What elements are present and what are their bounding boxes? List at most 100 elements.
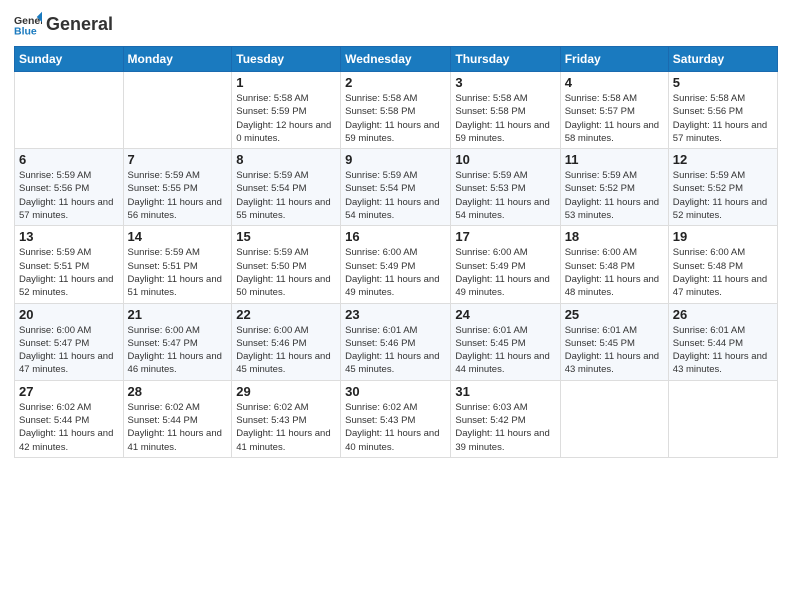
day-number: 25: [565, 307, 664, 322]
calendar-cell: [123, 72, 232, 149]
cell-detail: Sunrise: 5:59 AMSunset: 5:54 PMDaylight:…: [345, 170, 439, 221]
day-number: 2: [345, 75, 446, 90]
calendar-week-row: 20 Sunrise: 6:00 AMSunset: 5:47 PMDaylig…: [15, 303, 778, 380]
day-number: 11: [565, 152, 664, 167]
calendar-week-row: 1 Sunrise: 5:58 AMSunset: 5:59 PMDayligh…: [15, 72, 778, 149]
calendar-cell: 4 Sunrise: 5:58 AMSunset: 5:57 PMDayligh…: [560, 72, 668, 149]
day-number: 29: [236, 384, 336, 399]
day-number: 3: [455, 75, 555, 90]
cell-detail: Sunrise: 6:00 AMSunset: 5:49 PMDaylight:…: [345, 247, 439, 298]
cell-detail: Sunrise: 5:58 AMSunset: 5:58 PMDaylight:…: [345, 93, 439, 144]
day-number: 31: [455, 384, 555, 399]
cell-detail: Sunrise: 6:02 AMSunset: 5:44 PMDaylight:…: [128, 402, 222, 453]
page: General Blue General SundayMondayTuesday…: [0, 0, 792, 612]
day-number: 16: [345, 229, 446, 244]
cell-detail: Sunrise: 6:02 AMSunset: 5:44 PMDaylight:…: [19, 402, 113, 453]
cell-detail: Sunrise: 5:59 AMSunset: 5:51 PMDaylight:…: [128, 247, 222, 298]
day-number: 6: [19, 152, 119, 167]
calendar-cell: 23 Sunrise: 6:01 AMSunset: 5:46 PMDaylig…: [341, 303, 451, 380]
col-header-saturday: Saturday: [668, 47, 777, 72]
cell-detail: Sunrise: 6:00 AMSunset: 5:49 PMDaylight:…: [455, 247, 549, 298]
calendar-table: SundayMondayTuesdayWednesdayThursdayFrid…: [14, 46, 778, 458]
calendar-cell: 13 Sunrise: 5:59 AMSunset: 5:51 PMDaylig…: [15, 226, 124, 303]
calendar-cell: 7 Sunrise: 5:59 AMSunset: 5:55 PMDayligh…: [123, 149, 232, 226]
calendar-header-row: SundayMondayTuesdayWednesdayThursdayFrid…: [15, 47, 778, 72]
cell-detail: Sunrise: 5:59 AMSunset: 5:56 PMDaylight:…: [19, 170, 113, 221]
calendar-cell: 5 Sunrise: 5:58 AMSunset: 5:56 PMDayligh…: [668, 72, 777, 149]
day-number: 5: [673, 75, 773, 90]
day-number: 10: [455, 152, 555, 167]
day-number: 4: [565, 75, 664, 90]
calendar-cell: 26 Sunrise: 6:01 AMSunset: 5:44 PMDaylig…: [668, 303, 777, 380]
cell-detail: Sunrise: 5:58 AMSunset: 5:59 PMDaylight:…: [236, 93, 331, 144]
calendar-cell: 16 Sunrise: 6:00 AMSunset: 5:49 PMDaylig…: [341, 226, 451, 303]
calendar-cell: 20 Sunrise: 6:00 AMSunset: 5:47 PMDaylig…: [15, 303, 124, 380]
cell-detail: Sunrise: 6:02 AMSunset: 5:43 PMDaylight:…: [236, 402, 330, 453]
calendar-cell: 2 Sunrise: 5:58 AMSunset: 5:58 PMDayligh…: [341, 72, 451, 149]
day-number: 13: [19, 229, 119, 244]
day-number: 15: [236, 229, 336, 244]
cell-detail: Sunrise: 6:02 AMSunset: 5:43 PMDaylight:…: [345, 402, 439, 453]
logo-icon: General Blue: [14, 10, 42, 38]
calendar-cell: 22 Sunrise: 6:00 AMSunset: 5:46 PMDaylig…: [232, 303, 341, 380]
cell-detail: Sunrise: 5:58 AMSunset: 5:57 PMDaylight:…: [565, 93, 659, 144]
cell-detail: Sunrise: 5:58 AMSunset: 5:58 PMDaylight:…: [455, 93, 549, 144]
cell-detail: Sunrise: 5:59 AMSunset: 5:53 PMDaylight:…: [455, 170, 549, 221]
calendar-cell: 6 Sunrise: 5:59 AMSunset: 5:56 PMDayligh…: [15, 149, 124, 226]
cell-detail: Sunrise: 6:01 AMSunset: 5:45 PMDaylight:…: [455, 325, 549, 376]
header: General Blue General: [14, 10, 778, 38]
col-header-tuesday: Tuesday: [232, 47, 341, 72]
cell-detail: Sunrise: 6:01 AMSunset: 5:46 PMDaylight:…: [345, 325, 439, 376]
calendar-cell: 25 Sunrise: 6:01 AMSunset: 5:45 PMDaylig…: [560, 303, 668, 380]
col-header-thursday: Thursday: [451, 47, 560, 72]
col-header-friday: Friday: [560, 47, 668, 72]
day-number: 9: [345, 152, 446, 167]
day-number: 27: [19, 384, 119, 399]
day-number: 17: [455, 229, 555, 244]
cell-detail: Sunrise: 6:00 AMSunset: 5:48 PMDaylight:…: [565, 247, 659, 298]
cell-detail: Sunrise: 6:00 AMSunset: 5:46 PMDaylight:…: [236, 325, 330, 376]
calendar-cell: 28 Sunrise: 6:02 AMSunset: 5:44 PMDaylig…: [123, 380, 232, 457]
calendar-cell: 9 Sunrise: 5:59 AMSunset: 5:54 PMDayligh…: [341, 149, 451, 226]
cell-detail: Sunrise: 6:01 AMSunset: 5:45 PMDaylight:…: [565, 325, 659, 376]
calendar-cell: 19 Sunrise: 6:00 AMSunset: 5:48 PMDaylig…: [668, 226, 777, 303]
calendar-cell: 29 Sunrise: 6:02 AMSunset: 5:43 PMDaylig…: [232, 380, 341, 457]
day-number: 19: [673, 229, 773, 244]
cell-detail: Sunrise: 5:59 AMSunset: 5:55 PMDaylight:…: [128, 170, 222, 221]
day-number: 14: [128, 229, 228, 244]
calendar-week-row: 6 Sunrise: 5:59 AMSunset: 5:56 PMDayligh…: [15, 149, 778, 226]
calendar-cell: 14 Sunrise: 5:59 AMSunset: 5:51 PMDaylig…: [123, 226, 232, 303]
day-number: 21: [128, 307, 228, 322]
day-number: 30: [345, 384, 446, 399]
cell-detail: Sunrise: 5:59 AMSunset: 5:54 PMDaylight:…: [236, 170, 330, 221]
cell-detail: Sunrise: 6:01 AMSunset: 5:44 PMDaylight:…: [673, 325, 767, 376]
col-header-sunday: Sunday: [15, 47, 124, 72]
calendar-cell: 17 Sunrise: 6:00 AMSunset: 5:49 PMDaylig…: [451, 226, 560, 303]
calendar-cell: [668, 380, 777, 457]
cell-detail: Sunrise: 5:59 AMSunset: 5:52 PMDaylight:…: [565, 170, 659, 221]
col-header-wednesday: Wednesday: [341, 47, 451, 72]
logo: General Blue General: [14, 10, 113, 38]
calendar-week-row: 13 Sunrise: 5:59 AMSunset: 5:51 PMDaylig…: [15, 226, 778, 303]
calendar-cell: 21 Sunrise: 6:00 AMSunset: 5:47 PMDaylig…: [123, 303, 232, 380]
cell-detail: Sunrise: 6:00 AMSunset: 5:47 PMDaylight:…: [19, 325, 113, 376]
day-number: 24: [455, 307, 555, 322]
cell-detail: Sunrise: 5:59 AMSunset: 5:51 PMDaylight:…: [19, 247, 113, 298]
day-number: 23: [345, 307, 446, 322]
day-number: 1: [236, 75, 336, 90]
day-number: 7: [128, 152, 228, 167]
calendar-cell: 8 Sunrise: 5:59 AMSunset: 5:54 PMDayligh…: [232, 149, 341, 226]
calendar-cell: 27 Sunrise: 6:02 AMSunset: 5:44 PMDaylig…: [15, 380, 124, 457]
calendar-cell: [560, 380, 668, 457]
cell-detail: Sunrise: 5:58 AMSunset: 5:56 PMDaylight:…: [673, 93, 767, 144]
cell-detail: Sunrise: 6:00 AMSunset: 5:47 PMDaylight:…: [128, 325, 222, 376]
day-number: 18: [565, 229, 664, 244]
calendar-cell: [15, 72, 124, 149]
logo-wordmark: General: [46, 15, 113, 33]
calendar-cell: 24 Sunrise: 6:01 AMSunset: 5:45 PMDaylig…: [451, 303, 560, 380]
calendar-cell: 1 Sunrise: 5:58 AMSunset: 5:59 PMDayligh…: [232, 72, 341, 149]
calendar-cell: 15 Sunrise: 5:59 AMSunset: 5:50 PMDaylig…: [232, 226, 341, 303]
calendar-cell: 31 Sunrise: 6:03 AMSunset: 5:42 PMDaylig…: [451, 380, 560, 457]
day-number: 22: [236, 307, 336, 322]
cell-detail: Sunrise: 5:59 AMSunset: 5:50 PMDaylight:…: [236, 247, 330, 298]
